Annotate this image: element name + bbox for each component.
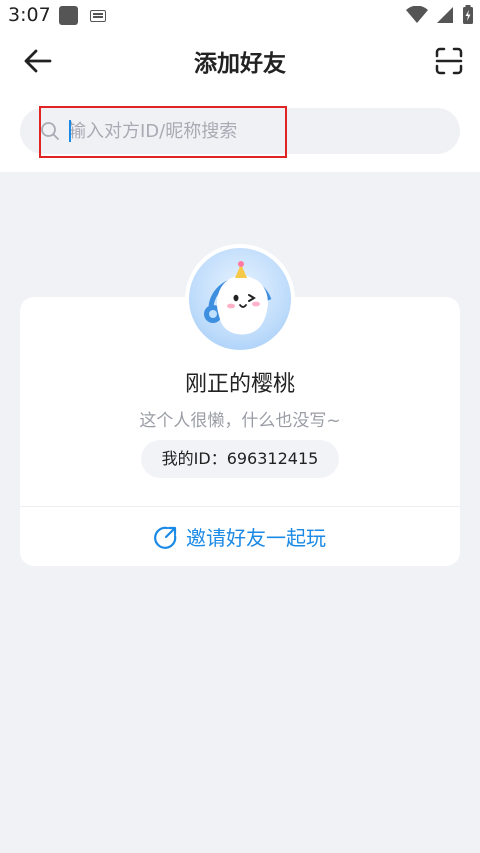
avatar-image bbox=[189, 248, 291, 350]
wifi-icon bbox=[406, 6, 428, 23]
invite-label: 邀请好友一起玩 bbox=[186, 526, 326, 550]
share-icon bbox=[154, 526, 177, 549]
bio-text: 这个人很懒，什么也没写~ bbox=[139, 411, 341, 431]
battery-icon bbox=[463, 5, 473, 24]
invite-friends-button[interactable]: 邀请好友一起玩 bbox=[20, 507, 460, 566]
nickname: 刚正的樱桃 bbox=[184, 372, 295, 397]
page-title: 添加好友 bbox=[194, 51, 286, 77]
status-bar: 3:07 bbox=[0, 0, 480, 32]
highlight-box bbox=[39, 106, 287, 158]
status-icons bbox=[406, 5, 474, 25]
ghost-mascot-icon bbox=[204, 261, 272, 335]
keyboard-icon bbox=[90, 10, 106, 22]
cell-signal-icon bbox=[437, 7, 453, 23]
scan-button[interactable] bbox=[434, 46, 464, 76]
notification-app-icon bbox=[59, 6, 78, 25]
avatar[interactable] bbox=[185, 244, 295, 354]
user-id-pill[interactable]: 我的ID：696312415 bbox=[141, 440, 339, 478]
scan-icon bbox=[435, 47, 463, 75]
status-time: 3:07 bbox=[8, 4, 51, 26]
